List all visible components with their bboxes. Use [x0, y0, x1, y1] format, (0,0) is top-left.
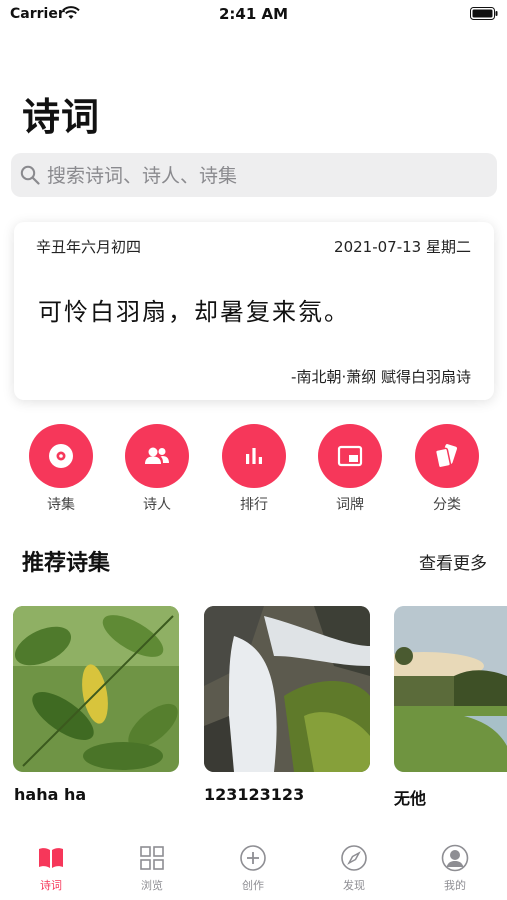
battery-icon [470, 7, 498, 20]
tab-browse[interactable]: 浏览 [117, 843, 187, 893]
picture-in-picture-icon [337, 445, 363, 467]
poem-source: -南北朝·萧纲 赋得白羽扇诗 [291, 368, 471, 386]
collection-card[interactable] [204, 606, 370, 772]
clock: 2:41 AM [218, 5, 289, 23]
collection-name: 123123123 [204, 785, 305, 804]
status-bar: Carrier 2:41 AM [0, 0, 507, 28]
category-button-poets[interactable] [125, 424, 189, 488]
category-label-collections: 诗集 [47, 497, 75, 513]
riverside-sunset-image [394, 606, 507, 772]
tab-label: 我的 [444, 879, 466, 892]
collection-name: haha ha [14, 785, 87, 804]
category-button-classify[interactable] [415, 424, 479, 488]
category-button-ranking[interactable] [222, 424, 286, 488]
category-label-ranking: 排行 [240, 497, 268, 513]
category-button-collections[interactable] [29, 424, 93, 488]
page-title: 诗词 [22, 94, 101, 139]
tab-label: 发现 [343, 879, 365, 892]
bar-chart-icon [246, 448, 262, 464]
section-title: 推荐诗集 [22, 551, 111, 576]
cards-icon [434, 444, 457, 469]
category-label-cipai: 词牌 [336, 497, 364, 513]
tab-label: 诗词 [40, 879, 62, 892]
plus-circle-icon [240, 845, 266, 871]
book-icon [39, 848, 63, 868]
solar-date: 2021-07-13 星期二 [334, 238, 471, 256]
tab-label: 浏览 [141, 879, 163, 892]
lunar-date: 辛丑年六月初四 [36, 238, 142, 256]
compass-icon [341, 845, 367, 871]
category-button-cipai[interactable] [318, 424, 382, 488]
people-icon [145, 447, 169, 464]
collection-name: 无他 [394, 789, 427, 808]
search-icon [20, 165, 40, 185]
grid-icon [140, 846, 164, 870]
tab-poems[interactable]: 诗词 [16, 843, 86, 893]
tab-create[interactable]: 创作 [218, 843, 288, 893]
collection-card[interactable] [394, 606, 507, 772]
category-label-classify: 分类 [433, 497, 461, 513]
collection-card[interactable] [13, 606, 179, 772]
poem-line: 可怜白羽扇，却暑复来氛。 [38, 298, 350, 326]
green-leaves-image [13, 606, 179, 772]
tab-me[interactable]: 我的 [420, 843, 490, 893]
category-label-poets: 诗人 [143, 497, 171, 513]
see-more-link[interactable]: 查看更多 [419, 549, 487, 574]
tab-label: 创作 [242, 879, 264, 892]
disc-icon [49, 444, 73, 468]
tab-discover[interactable]: 发现 [319, 843, 389, 893]
waterfall-image [204, 606, 370, 772]
user-icon [441, 844, 469, 872]
search-input[interactable] [47, 156, 477, 196]
